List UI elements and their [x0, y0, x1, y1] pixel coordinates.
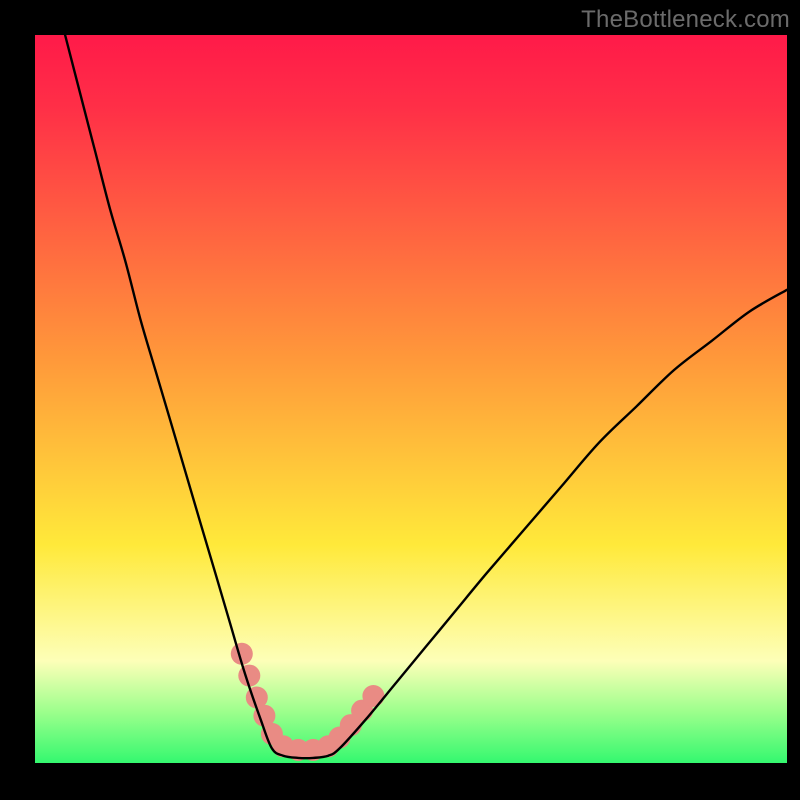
bottleneck-curve: [65, 35, 787, 758]
watermark-label: TheBottleneck.com: [581, 6, 790, 34]
chart-svg: [35, 35, 787, 763]
plot-area: [35, 35, 787, 763]
highlight-marker: [362, 685, 384, 707]
chart-frame: TheBottleneck.com: [0, 0, 800, 800]
curve-layer: [65, 35, 787, 758]
